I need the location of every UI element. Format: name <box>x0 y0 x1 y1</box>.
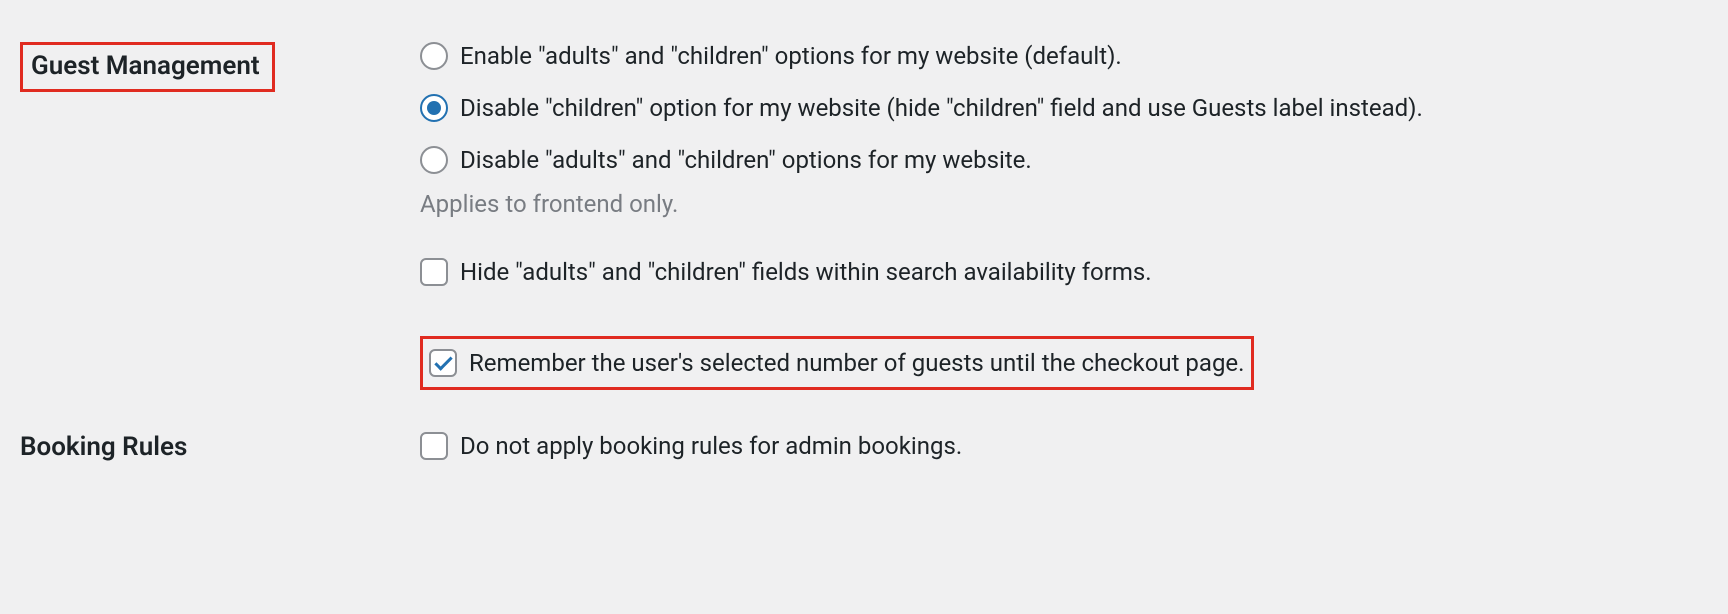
radio-option-disable-both[interactable]: Disable "adults" and "children" options … <box>420 146 1708 174</box>
setting-content-cell-booking-rules: Do not apply booking rules for admin boo… <box>420 420 1708 514</box>
radio-option-disable-children[interactable]: Disable "children" option for my website… <box>420 94 1708 122</box>
checkbox-option-remember-guests[interactable]: Remember the user's selected number of g… <box>429 349 1245 377</box>
settings-table: Guest Management Enable "adults" and "ch… <box>20 30 1708 514</box>
checkbox-block: Hide "adults" and "children" fields with… <box>420 258 1708 286</box>
checkbox-label-no-admin-rules: Do not apply booking rules for admin boo… <box>460 432 962 460</box>
radio-input-disable-children[interactable] <box>420 94 448 122</box>
highlight-box-remember-guests: Remember the user's selected number of g… <box>420 336 1254 390</box>
radio-label-disable-both: Disable "adults" and "children" options … <box>460 146 1032 174</box>
radio-label-disable-children: Disable "children" option for my website… <box>460 94 1423 122</box>
radio-input-enable[interactable] <box>420 42 448 70</box>
checkbox-input-remember-guests[interactable] <box>429 349 457 377</box>
radio-input-disable-both[interactable] <box>420 146 448 174</box>
radio-label-enable: Enable "adults" and "children" options f… <box>460 42 1122 70</box>
helper-text-guest-management: Applies to frontend only. <box>420 190 1708 218</box>
highlight-box-guest-management: Guest Management <box>20 42 275 92</box>
section-heading-booking-rules: Booking Rules <box>20 432 187 462</box>
setting-label-cell-booking-rules: Booking Rules <box>20 420 420 514</box>
setting-content-cell: Enable "adults" and "children" options f… <box>420 30 1708 420</box>
setting-row-guest-management: Guest Management Enable "adults" and "ch… <box>20 30 1708 420</box>
section-heading-guest-management: Guest Management <box>31 51 260 81</box>
checkbox-input-no-admin-rules[interactable] <box>420 432 448 460</box>
checkbox-option-hide-fields[interactable]: Hide "adults" and "children" fields with… <box>420 258 1708 286</box>
checkbox-option-no-admin-rules[interactable]: Do not apply booking rules for admin boo… <box>420 432 1708 460</box>
setting-label-cell: Guest Management <box>20 30 420 420</box>
setting-row-booking-rules: Booking Rules Do not apply booking rules… <box>20 420 1708 514</box>
checkbox-label-remember-guests: Remember the user's selected number of g… <box>469 349 1245 377</box>
checkbox-label-hide-fields: Hide "adults" and "children" fields with… <box>460 258 1152 286</box>
checkbox-input-hide-fields[interactable] <box>420 258 448 286</box>
radio-option-enable[interactable]: Enable "adults" and "children" options f… <box>420 42 1708 70</box>
